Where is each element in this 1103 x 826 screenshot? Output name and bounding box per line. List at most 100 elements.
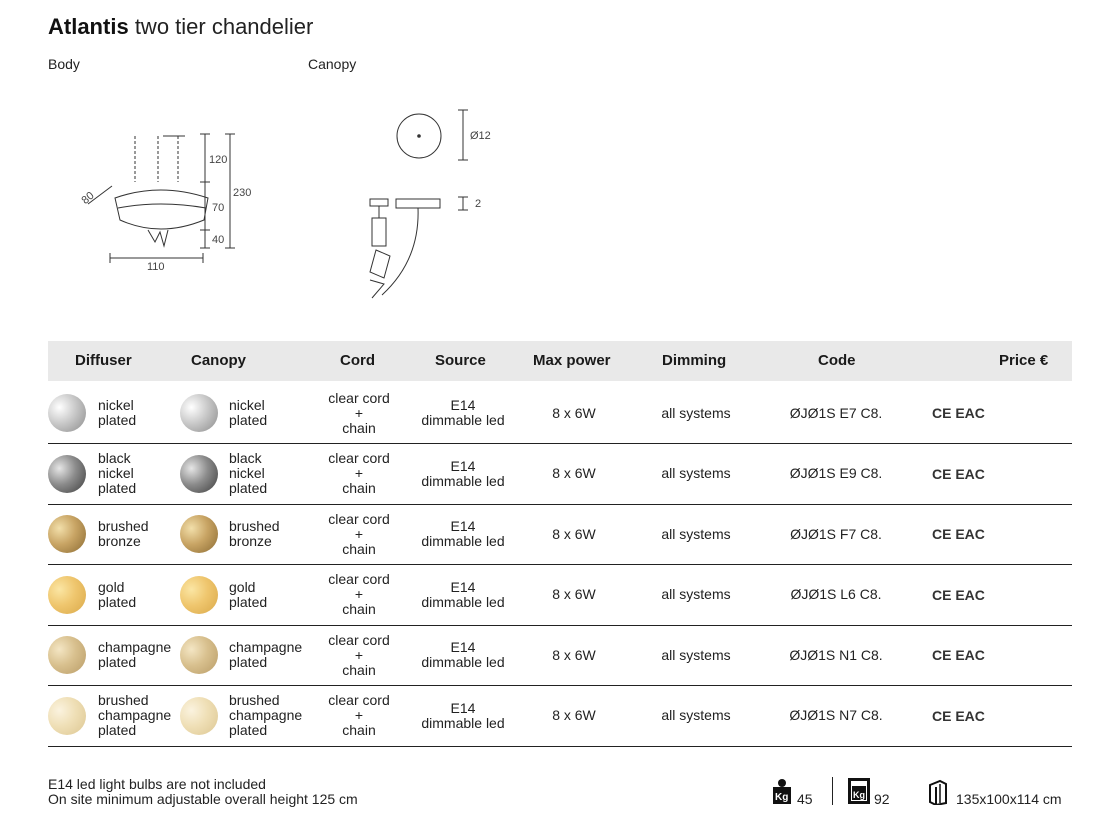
- source-cell: E14 dimmable led: [421, 518, 505, 549]
- cord-cell: clear cord + chain: [328, 389, 390, 436]
- max-power-cell: 8 x 6W: [552, 404, 596, 421]
- footer-notes: E14 led light bulbs are not included On …: [48, 777, 358, 807]
- chandelier-drops: [147, 229, 169, 248]
- code-cell: ØJØ1S F7 C8.: [790, 525, 882, 542]
- canopy-drawing-label: Canopy: [308, 56, 357, 72]
- dim-bottom-40: 40: [212, 234, 224, 246]
- cord-cell: clear cord + chain: [328, 571, 390, 617]
- table-row: brushed bronze brushed bronze clear cord…: [48, 504, 1072, 565]
- dimming-cell: all systems: [661, 404, 731, 421]
- table-row: nickel plated nickel plated clear cord +…: [48, 383, 1072, 444]
- cord-cell: clear cord + chain: [328, 692, 390, 738]
- gross-weight-value: 92: [874, 791, 890, 807]
- ce-eac-marks: CE EAC: [932, 647, 985, 663]
- diffuser-finish-swatch: [48, 696, 86, 735]
- diffuser-finish: brushed champagne plated: [98, 692, 172, 738]
- diffuser-finish: brushed bronze: [98, 518, 149, 549]
- header-code: Code: [818, 352, 856, 369]
- canopy-finish-swatch: [180, 515, 218, 553]
- diffuser-finish-swatch: [48, 394, 86, 432]
- table-header: Diffuser Canopy Cord Source Max power Di…: [48, 341, 1072, 381]
- package-icon: [928, 779, 948, 807]
- page-title: Atlantis two tier chandelier: [48, 14, 313, 40]
- divider: [832, 777, 833, 805]
- dim-canopy-height: 2: [475, 198, 481, 210]
- source-cell: E14 dimmable led: [421, 639, 505, 670]
- dim-width-110: 110: [147, 261, 165, 273]
- header-max-power: Max power: [533, 352, 611, 369]
- cord-cell: clear cord + chain: [328, 631, 390, 678]
- dimming-cell: all systems: [661, 465, 731, 481]
- dimming-cell: all systems: [661, 586, 731, 602]
- canopy-finish-swatch: [180, 696, 218, 735]
- canopy-finish: champagne plated: [229, 639, 303, 670]
- note-bulbs: E14 led light bulbs are not included: [48, 776, 266, 792]
- code-cell: ØJØ1S E7 C8.: [789, 404, 883, 421]
- dim-total-230: 230: [233, 187, 251, 199]
- max-power-cell: 8 x 6W: [552, 465, 596, 481]
- code-cell: ØJØ1S E9 C8.: [789, 465, 883, 481]
- diffuser-finish-swatch: [48, 515, 86, 553]
- svg-text:Kg: Kg: [775, 792, 788, 803]
- source-cell: E14 dimmable led: [421, 457, 505, 489]
- canopy-technical-drawing: Ø12 2: [369, 109, 491, 299]
- header-diffuser: Diffuser: [75, 352, 132, 369]
- max-power-cell: 8 x 6W: [552, 707, 596, 723]
- header-price: Price €: [999, 352, 1049, 369]
- dim-canopy-diameter: Ø12: [470, 130, 491, 142]
- canopy-finish: brushed bronze: [229, 518, 280, 549]
- svg-text:Kg: Kg: [853, 790, 865, 800]
- canopy-finish: brushed champagne plated: [229, 692, 303, 738]
- dimming-cell: all systems: [661, 707, 731, 723]
- table-row: brushed champagne plated brushed champag…: [48, 686, 1072, 747]
- ce-eac-marks: CE EAC: [932, 405, 985, 421]
- max-power-cell: 8 x 6W: [552, 525, 596, 542]
- diffuser-finish-swatch: [48, 575, 86, 614]
- code-cell: ØJØ1S N7 C8.: [789, 707, 883, 723]
- gross-weight-icon: Kg: [848, 778, 870, 804]
- diffuser-finish: black nickel plated: [98, 450, 137, 496]
- diffuser-finish: gold plated: [98, 578, 137, 610]
- product-name: Atlantis: [48, 14, 129, 39]
- diffuser-finish-swatch: [48, 454, 86, 493]
- dimming-cell: all systems: [661, 646, 731, 663]
- net-weight-icon: Kg: [772, 778, 792, 804]
- canopy-finish-swatch: [180, 454, 218, 493]
- diffuser-finish-swatch: [48, 636, 86, 674]
- ce-eac-marks: CE EAC: [932, 465, 985, 482]
- package-size-value: 135x100x114 cm: [956, 791, 1062, 807]
- ce-eac-marks: CE EAC: [932, 586, 985, 603]
- code-cell: ØJØ1S L6 C8.: [790, 586, 882, 602]
- table-row: black nickel plated black nickel plated …: [48, 444, 1072, 505]
- chains: [134, 135, 185, 182]
- table-row: gold plated gold plated clear cord + cha…: [48, 565, 1072, 626]
- ce-eac-marks: CE EAC: [932, 707, 985, 724]
- net-weight-value: 45: [797, 791, 813, 807]
- diffuser-finish: nickel plated: [98, 397, 137, 428]
- header-source: Source: [435, 352, 486, 369]
- cord-cell: clear cord + chain: [328, 510, 390, 557]
- canopy-finish-swatch: [180, 575, 218, 614]
- dim-body-70: 70: [212, 202, 224, 214]
- source-cell: E14 dimmable led: [421, 397, 505, 428]
- canopy-finish-swatch: [180, 636, 218, 674]
- ce-eac-marks: CE EAC: [932, 526, 985, 542]
- cord-cell: clear cord + chain: [328, 450, 390, 496]
- header-canopy: Canopy: [191, 352, 247, 369]
- body-drawing-label: Body: [48, 56, 80, 72]
- header-cord: Cord: [340, 352, 375, 369]
- table-row: champagne plated champagne plated clear …: [48, 625, 1072, 686]
- canopy-side-view: [395, 198, 441, 209]
- max-power-cell: 8 x 6W: [552, 586, 596, 602]
- header-dimming: Dimming: [662, 352, 727, 369]
- dim-depth-80: 80: [79, 190, 96, 207]
- dimming-cell: all systems: [661, 525, 731, 542]
- diffuser-finish: champagne plated: [98, 639, 172, 670]
- code-cell: ØJØ1S N1 C8.: [789, 646, 883, 663]
- chandelier-body: [114, 189, 209, 230]
- product-subtitle: two tier chandelier: [134, 14, 314, 39]
- note-min-height: On site minimum adjustable overall heigh…: [48, 791, 358, 807]
- canopy-finish: black nickel plated: [229, 450, 268, 496]
- canopy-finish-swatch: [180, 394, 218, 432]
- cord-line: [381, 207, 419, 296]
